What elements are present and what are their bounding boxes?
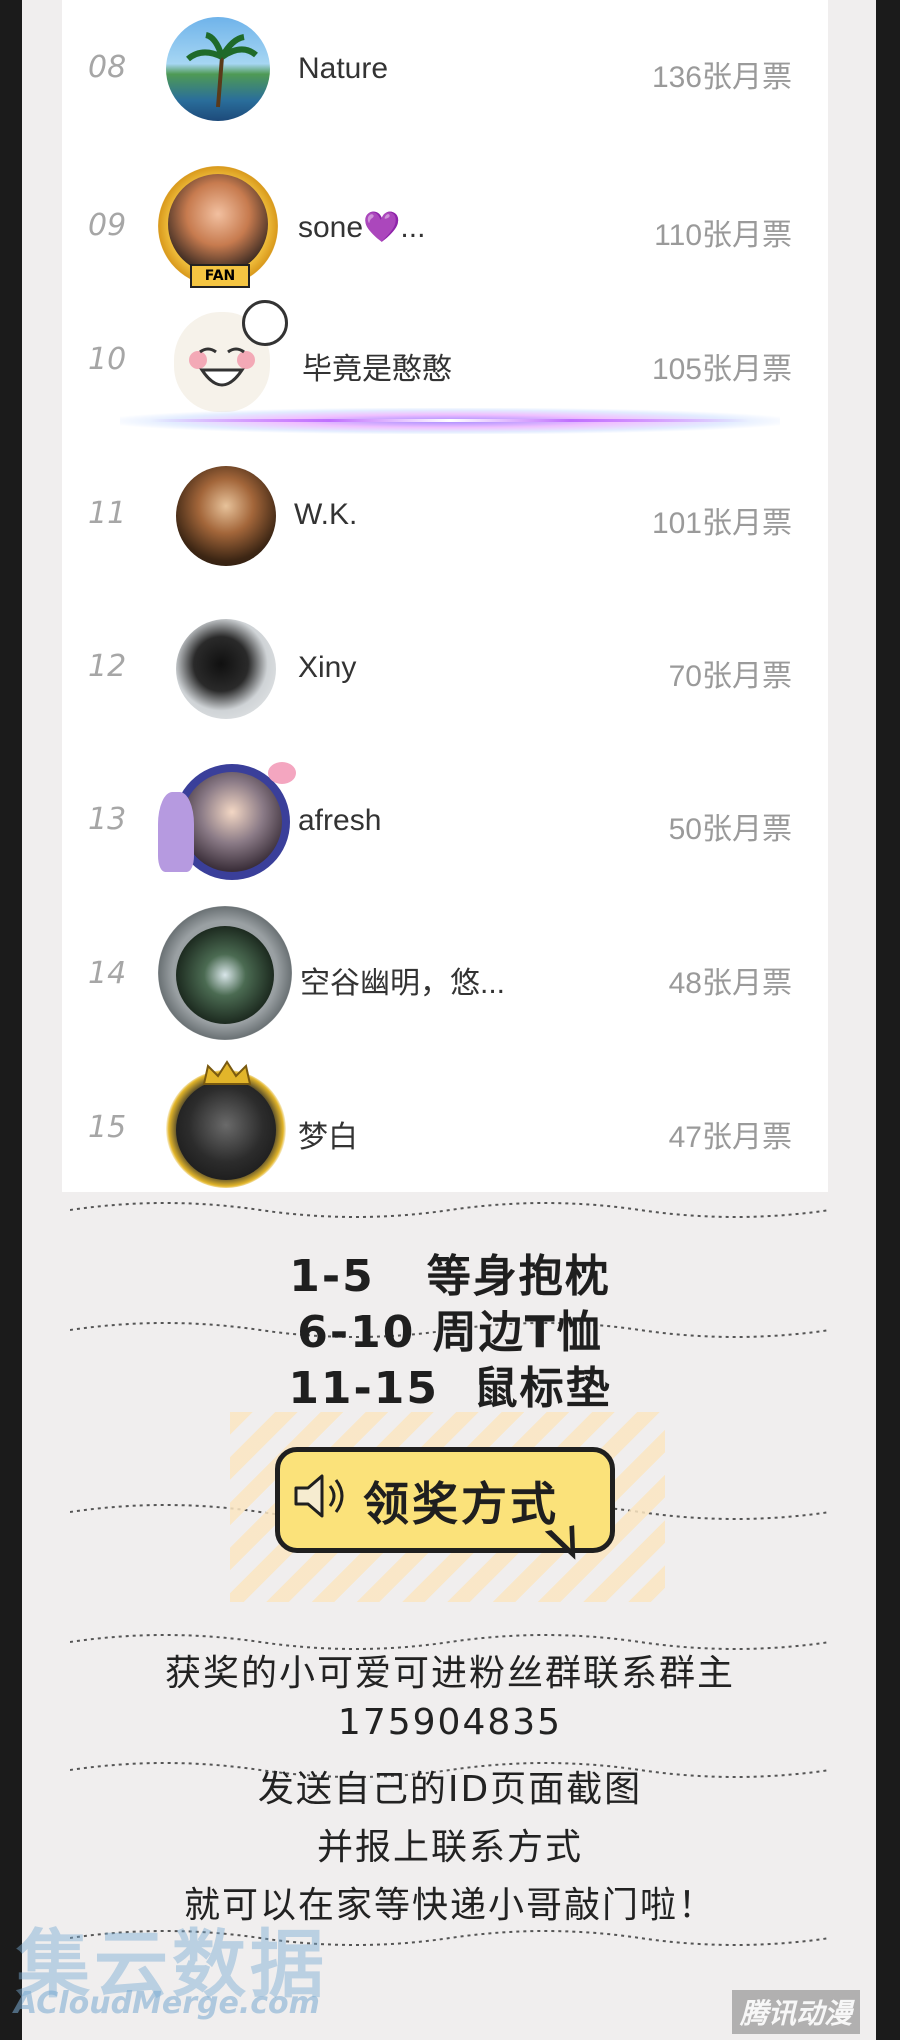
palm-tree-icon xyxy=(186,32,258,108)
rank-number: 12 xyxy=(88,649,127,684)
vote-count: 48张月票 xyxy=(668,967,792,1000)
rank-number: 10 xyxy=(88,342,127,377)
rank-number: 14 xyxy=(88,956,127,991)
speaker-icon xyxy=(294,1474,344,1518)
crown-frame-avatar[interactable] xyxy=(176,1080,276,1180)
fan-badge-avatar[interactable] xyxy=(168,174,268,274)
fan-label-icon: FAN xyxy=(190,264,250,288)
vote-count: 101张月票 xyxy=(651,507,792,540)
ranking-row[interactable]: 14 空谷幽明，悠... 48张月票 xyxy=(62,906,828,1046)
vote-count: 70张月票 xyxy=(668,660,792,693)
chibi-figure-icon xyxy=(158,792,194,872)
user-name: 空谷幽明，悠... xyxy=(300,967,506,1000)
watermark-corner-logo: 腾讯动漫 xyxy=(731,1990,860,2034)
vote-count: 47张月票 xyxy=(668,1121,792,1154)
rank-number: 13 xyxy=(88,802,127,837)
rank-number: 09 xyxy=(88,208,127,243)
waterfall-avatar[interactable] xyxy=(176,926,274,1024)
bow-icon xyxy=(268,762,296,784)
claim-line: 发送自己的ID页面截图 xyxy=(257,1769,643,1810)
anime-avatar[interactable] xyxy=(182,772,282,872)
rank-divider-line xyxy=(150,419,750,422)
ranking-row[interactable]: 13 afresh 50张月票 xyxy=(62,752,828,892)
palm-beach-avatar[interactable] xyxy=(166,17,270,121)
wavy-dashed-line xyxy=(70,1202,830,1218)
user-name: Nature xyxy=(298,52,389,85)
rank-number: 11 xyxy=(88,496,127,531)
ranking-row[interactable]: 09 FAN sone💜... 110张月票 xyxy=(62,158,828,298)
ranking-row[interactable]: 12 Xiny 70张月票 xyxy=(62,599,828,739)
claim-line: 获奖的小可爱可进粉丝群联系群主 xyxy=(164,1653,735,1694)
watermark-en: ACloudMerge.com xyxy=(14,1986,320,2021)
ranking-row[interactable]: 15 梦白 47张月票 xyxy=(62,1058,828,1198)
user-name: 梦白 xyxy=(298,1121,358,1154)
monocle-icon xyxy=(242,300,288,346)
prize-line-3: 11-15 鼠标垫 xyxy=(288,1363,612,1414)
claim-line: 并报上联系方式 xyxy=(316,1827,583,1868)
ranking-row[interactable]: 11 W.K. 101张月票 xyxy=(62,446,828,586)
vote-count: 105张月票 xyxy=(651,353,792,386)
ranking-panel: 08 Nature 136张月票 09 FAN sone💜... 110张月票 … xyxy=(62,0,828,1192)
black-cat-avatar[interactable] xyxy=(176,619,276,719)
user-name: Xiny xyxy=(298,651,357,684)
prize-line-1: 1-5 等身抱枕 xyxy=(289,1251,611,1302)
vote-count: 136张月票 xyxy=(651,61,792,94)
user-name: W.K. xyxy=(294,498,358,531)
user-name: afresh xyxy=(298,804,382,837)
rank-number: 15 xyxy=(88,1110,127,1145)
crown-icon xyxy=(202,1060,252,1085)
user-name: 毕竟是憨憨 xyxy=(302,353,452,386)
ranking-row[interactable]: 08 Nature 136张月票 xyxy=(62,0,828,140)
vote-count: 110张月票 xyxy=(654,219,792,252)
claim-group-number: 175904835 xyxy=(337,1702,563,1743)
user-name: sone💜... xyxy=(298,211,426,244)
vote-count: 50张月票 xyxy=(668,813,792,846)
prize-line-2: 6-10 周边T恤 xyxy=(297,1307,603,1358)
claim-title: 领奖方式 xyxy=(363,1477,559,1531)
portrait-avatar[interactable] xyxy=(176,466,276,566)
rank-number: 08 xyxy=(88,50,127,85)
